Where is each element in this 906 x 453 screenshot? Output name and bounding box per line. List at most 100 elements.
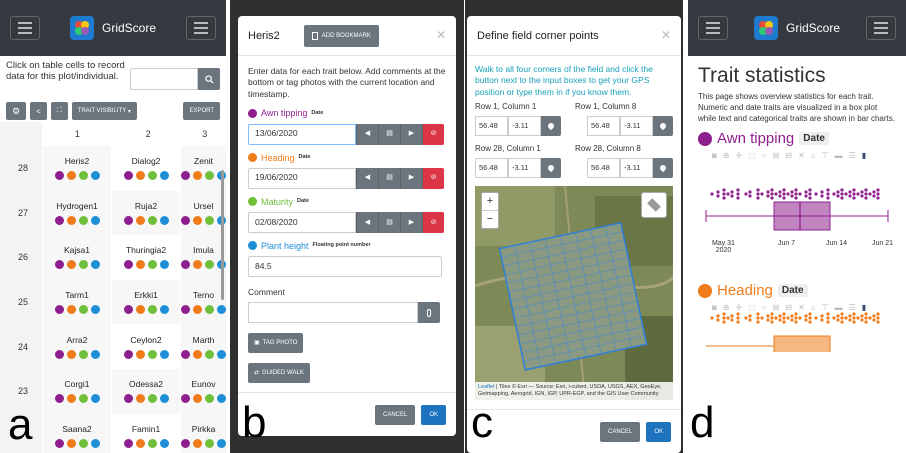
next-day-button[interactable]: ▶ xyxy=(400,123,422,145)
add-bookmark-button[interactable]: ADD BOOKMARK xyxy=(303,24,379,47)
comment-input[interactable] xyxy=(248,302,418,324)
ok-button[interactable]: OK xyxy=(646,421,671,442)
camera-icon[interactable]: ◙ xyxy=(712,303,717,312)
gps-button[interactable] xyxy=(541,158,561,178)
grid-scrollbar[interactable] xyxy=(221,170,224,300)
plot-cell[interactable]: Tarm1 xyxy=(42,279,111,325)
microphone-button[interactable] xyxy=(418,302,440,324)
menu-icon[interactable] xyxy=(698,16,728,40)
calendar-button[interactable]: ▤ xyxy=(378,211,400,233)
plot-cell[interactable]: Famin1 xyxy=(111,413,180,453)
hover-icon[interactable]: ▬ xyxy=(835,151,843,160)
date-input[interactable]: 19/06/2020 xyxy=(248,167,356,189)
close-icon[interactable]: ✕ xyxy=(436,28,446,42)
plot-cell[interactable]: Saana2 xyxy=(42,413,111,453)
layers-button[interactable] xyxy=(641,192,667,218)
longitude-input[interactable]: -3.11 xyxy=(620,116,653,137)
search-button[interactable] xyxy=(198,68,220,90)
plot-cell[interactable]: Erkki1 xyxy=(111,279,180,325)
zoom-out-icon[interactable]: ⊟ xyxy=(785,303,792,312)
heading-boxplot[interactable] xyxy=(688,312,906,357)
lasso-icon[interactable]: ○ xyxy=(762,303,767,312)
plot-cell[interactable]: Imula xyxy=(180,235,226,280)
compare-icon[interactable]: ☰ xyxy=(849,151,856,160)
clear-button[interactable]: ⊘ xyxy=(422,123,444,145)
longitude-input[interactable]: -3.11 xyxy=(508,158,541,178)
plot-cell[interactable]: Kajsa1 xyxy=(42,235,111,280)
zoom-icon[interactable]: ⊕ xyxy=(723,303,730,312)
lasso-icon[interactable]: ○ xyxy=(762,151,767,160)
box-select-icon[interactable]: ⬚ xyxy=(748,303,756,312)
plot-cell[interactable]: Ceylon2 xyxy=(111,324,180,369)
zoom-in-button[interactable]: + xyxy=(482,193,498,211)
clear-button[interactable]: ⊘ xyxy=(422,211,444,233)
plot-cell[interactable]: Zenit xyxy=(180,146,226,191)
export-button[interactable]: EXPORT xyxy=(183,102,220,120)
search-input[interactable] xyxy=(130,68,198,90)
fullscreen-button[interactable]: ⛶ xyxy=(50,102,68,120)
home-icon[interactable]: ⌂ xyxy=(811,151,816,160)
compare-icon[interactable]: ☰ xyxy=(849,303,856,312)
satellite-map[interactable]: + − Leaflet | Tiles © Esri — Source: Esri… xyxy=(475,186,673,400)
plot-cell[interactable]: Pirkka xyxy=(180,413,226,453)
cancel-button[interactable]: CANCEL xyxy=(374,404,416,425)
brand[interactable]: GridScore xyxy=(753,16,840,40)
latitude-input[interactable]: 56.48 xyxy=(475,116,508,137)
zoom-out-button[interactable]: − xyxy=(482,211,498,228)
plot-cell[interactable]: Eunov xyxy=(180,368,226,414)
calendar-button[interactable]: ▤ xyxy=(378,123,400,145)
ok-button[interactable]: OK xyxy=(421,404,446,425)
longitude-input[interactable]: -3.11 xyxy=(620,158,653,178)
next-day-button[interactable]: ▶ xyxy=(400,167,422,189)
pan-icon[interactable]: ✛ xyxy=(736,303,743,312)
longitude-input[interactable]: -3.11 xyxy=(508,116,541,137)
cancel-button[interactable]: CANCEL xyxy=(599,421,641,442)
zoom-in-icon[interactable]: ⊞ xyxy=(773,303,780,312)
brand[interactable]: GridScore xyxy=(69,16,156,40)
plot-cell[interactable]: Hydrogen1 xyxy=(42,190,111,236)
plot-cell[interactable]: Ursel xyxy=(180,190,226,236)
plot-cell[interactable]: Ruja2 xyxy=(111,190,180,236)
zoom-out-icon[interactable]: ⊟ xyxy=(785,151,792,160)
plot-cell[interactable]: Thuringia2 xyxy=(111,235,180,280)
menu-right-icon[interactable] xyxy=(866,16,896,40)
plot-cell[interactable]: Corgi1 xyxy=(42,368,111,414)
leaflet-link[interactable]: Leaflet xyxy=(478,384,495,390)
next-day-button[interactable]: ▶ xyxy=(400,211,422,233)
plot-cell[interactable]: Arra2 xyxy=(42,324,111,369)
menu-icon[interactable] xyxy=(10,16,40,40)
latitude-input[interactable]: 56.48 xyxy=(475,158,508,178)
hover-icon[interactable]: ▬ xyxy=(835,303,843,312)
gps-button[interactable] xyxy=(653,158,673,178)
spike-icon[interactable]: ⊤ xyxy=(822,151,829,160)
camera-icon[interactable]: ◙ xyxy=(712,151,717,160)
plot-cell[interactable]: Marth xyxy=(180,324,226,369)
previous-day-button[interactable]: ◀ xyxy=(356,167,378,189)
plot-cell[interactable]: Odessa2 xyxy=(111,368,180,414)
menu-right-icon[interactable] xyxy=(186,16,216,40)
plot-cell[interactable]: Heris2 xyxy=(42,146,111,191)
close-icon[interactable]: ✕ xyxy=(661,28,671,42)
awn-tipping-boxplot[interactable]: May 31 2020 Jun 7 Jun 14 Jun 21 xyxy=(688,160,906,268)
autoscale-icon[interactable]: ✕ xyxy=(798,303,805,312)
plot-cell[interactable]: Dialog2 xyxy=(111,146,180,191)
latitude-input[interactable]: 56.48 xyxy=(587,158,620,178)
number-input[interactable]: 84.5 xyxy=(248,255,442,277)
home-icon[interactable]: ⌂ xyxy=(811,303,816,312)
date-input[interactable]: 02/08/2020 xyxy=(248,211,356,233)
zoom-in-icon[interactable]: ⊞ xyxy=(773,151,780,160)
date-input[interactable]: 13/06/2020 xyxy=(248,123,356,145)
gps-button[interactable] xyxy=(653,116,673,137)
tag-photo-button[interactable]: ▣ TAG PHOTO xyxy=(248,333,304,354)
share-button[interactable]: < xyxy=(30,102,47,120)
previous-day-button[interactable]: ◀ xyxy=(356,211,378,233)
guided-walk-button[interactable]: ⇄ GUIDED WALK xyxy=(248,363,310,384)
zoom-icon[interactable]: ⊕ xyxy=(723,151,730,160)
latitude-input[interactable]: 56.48 xyxy=(587,116,620,137)
pan-icon[interactable]: ✛ xyxy=(736,151,743,160)
plot-cell[interactable]: Terno xyxy=(180,279,226,325)
spike-icon[interactable]: ⊤ xyxy=(822,303,829,312)
gps-button[interactable] xyxy=(541,116,561,137)
autoscale-icon[interactable]: ✕ xyxy=(798,151,805,160)
previous-day-button[interactable]: ◀ xyxy=(356,123,378,145)
